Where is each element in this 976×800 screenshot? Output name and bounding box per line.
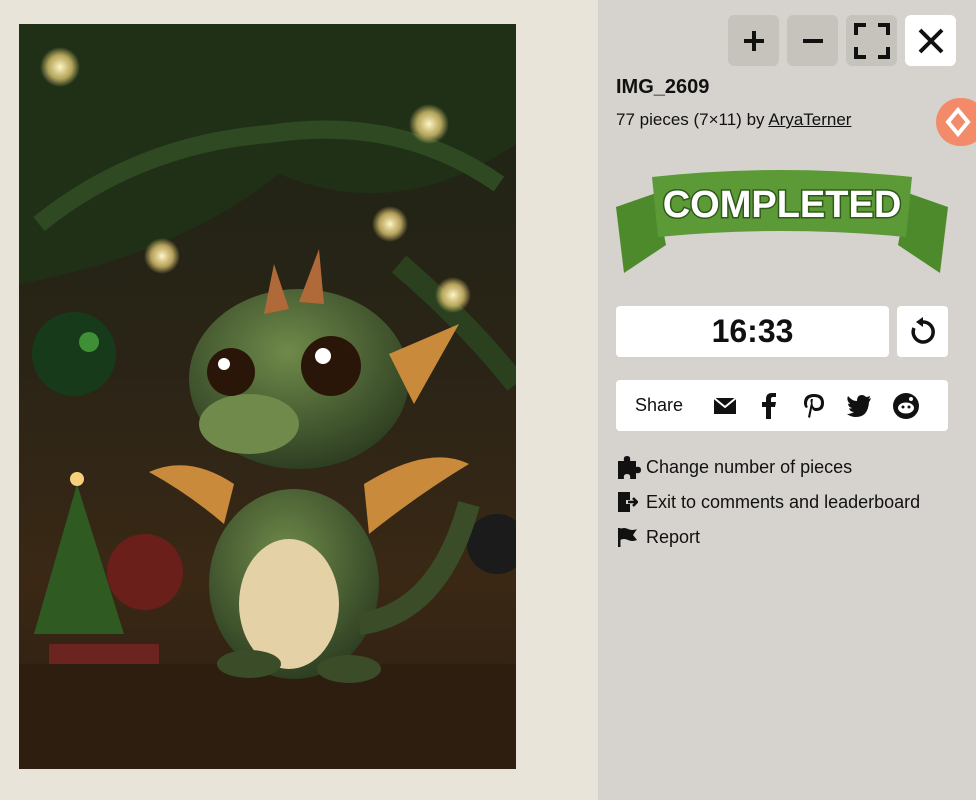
reddit-icon [893, 393, 919, 419]
twitter-icon [847, 395, 871, 417]
exit-label: Exit to comments and leaderboard [646, 491, 921, 512]
pinterest-icon [804, 394, 824, 418]
flag-icon [616, 524, 646, 550]
reddit-share-button[interactable] [892, 392, 920, 420]
side-badge[interactable] [936, 98, 976, 146]
minus-icon [802, 38, 823, 43]
zoom-out-button[interactable] [787, 15, 838, 66]
facebook-share-button[interactable] [755, 392, 783, 420]
zoom-in-button[interactable] [728, 15, 779, 66]
puzzle-stage [0, 0, 598, 800]
completed-banner: COMPLETED [616, 170, 948, 273]
exit-link[interactable]: Exit to comments and leaderboard [616, 489, 920, 515]
pieces-text: 77 pieces (7×11) by [616, 110, 765, 129]
diamond-icon [945, 106, 971, 138]
puzzle-piece-icon [616, 454, 646, 480]
fullscreen-button[interactable] [846, 15, 897, 66]
twitter-share-button[interactable] [845, 392, 873, 420]
puzzle-title: IMG_2609 [616, 76, 710, 98]
share-label: Share [635, 395, 684, 415]
close-icon [918, 28, 943, 53]
change-pieces-link[interactable]: Change number of pieces [616, 454, 852, 480]
puzzle-image[interactable] [19, 24, 516, 769]
puzzle-meta: 77 pieces (7×11) by AryaTerner [616, 110, 851, 130]
pinterest-share-button[interactable] [800, 392, 828, 420]
fullscreen-icon [853, 22, 890, 59]
author-link[interactable]: AryaTerner [768, 110, 851, 129]
email-share-button[interactable] [711, 392, 739, 420]
dragon-illustration [19, 24, 516, 769]
completed-text: COMPLETED [663, 184, 902, 226]
restart-button[interactable] [897, 306, 948, 357]
email-icon [713, 397, 737, 414]
exit-door-icon [616, 489, 646, 515]
close-button[interactable] [905, 15, 956, 66]
facebook-icon [762, 393, 776, 419]
report-link[interactable]: Report [616, 524, 700, 550]
timer-display: 16:33 [616, 306, 889, 357]
share-bar: Share [616, 380, 948, 431]
report-label: Report [646, 526, 701, 547]
side-panel: IMG_2609 77 pieces (7×11) by AryaTerner … [598, 0, 976, 800]
change-pieces-label: Change number of pieces [646, 456, 853, 477]
restart-icon [910, 316, 935, 344]
plus-icon [743, 30, 764, 51]
